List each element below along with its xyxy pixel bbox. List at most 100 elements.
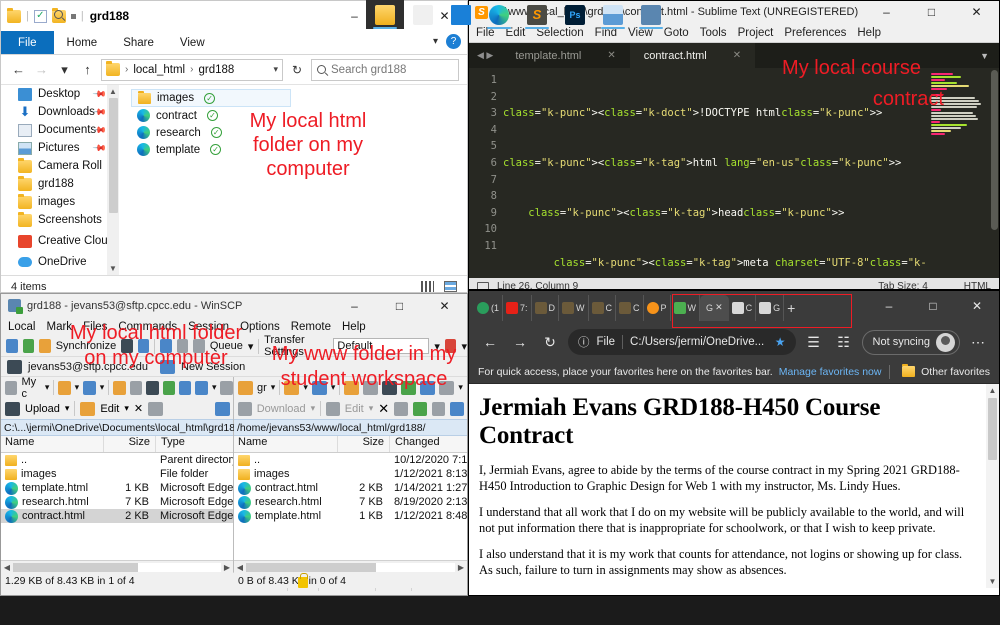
minimize-button[interactable]: – [864, 1, 909, 23]
table-row[interactable]: research.html 7 KB 8/19/2020 2:13:3 [234, 495, 467, 509]
home-directory-icon[interactable] [382, 380, 398, 395]
tab-0[interactable]: (1 [474, 294, 504, 321]
chevron-down-icon[interactable]: ▾ [45, 382, 50, 393]
other-favorites-label[interactable]: Other favorites [921, 366, 990, 378]
maximize-button[interactable]: □ [377, 294, 422, 317]
taskbar-mail[interactable] [442, 0, 480, 29]
tab-3[interactable]: W [559, 294, 589, 321]
status-right[interactable]: Tab Size: 4 HTML [878, 281, 991, 290]
taskbar-microsoft-edge[interactable] [480, 0, 518, 29]
menu-local[interactable]: Local [8, 321, 36, 333]
list-item[interactable]: contract ✓ [131, 107, 291, 124]
navigation-pane[interactable]: Desktop 📌 ⬇ Downloads 📌 Documents 📌 Pict… [1, 85, 119, 275]
menu-files[interactable]: Files [83, 321, 107, 333]
chevron-down-icon[interactable]: ▾ [458, 382, 463, 393]
menu-help[interactable]: Help [342, 321, 366, 333]
address-bar[interactable]: ⓘ File C:/Users/jermi/OneDrive... ★ [568, 329, 796, 355]
local-pane[interactable]: My c ▾ ▾ ▾ ▾ Upload ▾ Edit ▾ ✕ C:\...\je… [1, 376, 244, 588]
taskbar-photos[interactable] [594, 0, 632, 29]
square-icon[interactable] [70, 13, 76, 19]
menu-remote[interactable]: Remote [291, 321, 331, 333]
favorites-icon[interactable]: ☰ [802, 330, 826, 354]
minimize-button[interactable]: – [867, 291, 911, 321]
session-name[interactable]: jevans53@sftp.cpcc.edu [28, 361, 148, 373]
column-name[interactable]: Name [1, 436, 103, 452]
remote-file-toolbar[interactable]: Download ▾ Edit ▾ ✕ [234, 398, 467, 419]
forward-icon[interactable] [220, 380, 233, 395]
scroll-up-icon[interactable]: ▲ [109, 85, 117, 98]
table-row[interactable]: template.html 1 KB Microsoft Edge H [1, 481, 233, 495]
column-type[interactable]: Type [155, 436, 233, 452]
url-text[interactable]: C:/Users/jermi/OneDrive... [630, 336, 764, 348]
quick-access-toolbar[interactable]: | ✓ | [7, 7, 84, 23]
open-directory-icon[interactable] [58, 380, 71, 395]
refresh-icon[interactable] [162, 380, 175, 395]
scroll-left-icon[interactable]: ◀ [234, 563, 246, 572]
sidebar-item-pictures[interactable]: Pictures 📌 [1, 139, 119, 157]
chevron-down-icon[interactable]: ▾ [124, 403, 129, 414]
taskbar-winscp[interactable] [632, 0, 670, 29]
taskbar-microsoft-store[interactable] [404, 0, 442, 29]
close-icon[interactable]: ✕ [715, 302, 723, 313]
chevron-down-icon[interactable]: ▾ [273, 64, 278, 75]
new-session-label[interactable]: New Session [181, 361, 245, 373]
back-icon[interactable] [195, 380, 208, 395]
tab-8-active[interactable]: G ✕ [700, 294, 729, 321]
tab-10[interactable]: G [756, 294, 785, 321]
chevron-down-icon[interactable]: ▾ [100, 382, 105, 393]
list-item[interactable]: research ✓ [131, 124, 291, 141]
tab-home[interactable]: Home [54, 31, 111, 54]
remote-file-list[interactable]: .. 10/12/2020 7:16:2 images 1/12/2021 8:… [234, 453, 467, 560]
sidebar-item-grd188[interactable]: grd188 [1, 175, 119, 193]
put-files-icon[interactable] [137, 339, 150, 353]
page-content[interactable]: Jermiah Evans GRD188-H450 Course Contrac… [469, 384, 999, 588]
remote-pane-toolbar[interactable]: gr ▾ ▾ ▾ ▾ [234, 377, 467, 398]
browser-tab-strip[interactable]: (1 7: D W C C P W G ✕ C G + – □ ✕ [469, 291, 999, 324]
scrollbar-thumb[interactable] [988, 398, 997, 460]
sidebar-item-camera-roll[interactable]: Camera Roll [1, 157, 119, 175]
local-file-toolbar[interactable]: Upload ▾ Edit ▾ ✕ [1, 398, 233, 419]
delete-icon[interactable]: ✕ [134, 402, 143, 415]
up-button[interactable]: ↑ [78, 59, 97, 81]
table-row[interactable]: images File folder [1, 467, 233, 481]
upload-icon[interactable] [5, 401, 20, 416]
taskbar-app-buttons[interactable]: S Ps [366, 0, 670, 29]
open-directory-icon[interactable] [284, 380, 300, 395]
menu-commands[interactable]: Commands [118, 321, 177, 333]
transfer-settings-select[interactable]: Default [333, 338, 430, 354]
transfer-preset-icon[interactable] [444, 339, 457, 353]
tab-scroll-arrows[interactable]: ◀ ▶ [469, 43, 501, 68]
scrollbar-track[interactable] [246, 562, 455, 572]
menu-preferences[interactable]: Preferences [784, 27, 846, 39]
menu-help[interactable]: Help [857, 27, 881, 39]
root-directory-icon[interactable] [363, 380, 379, 395]
sublime-tab-bar[interactable]: ◀ ▶ template.html ✕ contract.html ✕ ▼ [469, 43, 999, 68]
chevron-down-icon[interactable]: ▾ [433, 36, 438, 47]
winscp-session-bar[interactable]: jevans53@sftp.cpcc.edu New Session [1, 357, 467, 377]
queue-button[interactable]: Queue [210, 340, 243, 352]
sync-browsing-icon[interactable] [39, 339, 51, 353]
download-button[interactable]: Download [257, 403, 306, 415]
refresh-icon[interactable]: ↻ [287, 63, 307, 77]
properties-icon[interactable] [394, 401, 408, 416]
tab-4[interactable]: C [589, 294, 617, 321]
settings-and-more-icon[interactable]: ⋯ [966, 330, 990, 354]
column-size[interactable]: Size [103, 436, 155, 452]
download-icon[interactable] [238, 401, 252, 416]
winscp-menu-bar[interactable]: Local Mark Files Commands Session Option… [1, 317, 467, 336]
tab-file[interactable]: File [1, 31, 54, 54]
local-pane-toolbar[interactable]: My c ▾ ▾ ▾ ▾ [1, 376, 233, 400]
forward-button[interactable]: → [508, 330, 532, 354]
sidebar-item-documents[interactable]: Documents 📌 [1, 121, 119, 139]
table-row[interactable]: images 1/12/2021 8:13:0 [234, 467, 467, 481]
remote-path[interactable]: /home/jevans53/www/local_html/grd188/ [234, 419, 467, 436]
remote-list-header[interactable]: Name Size Changed [234, 436, 467, 453]
table-row[interactable]: .. Parent directory [1, 453, 233, 467]
menu-session[interactable]: Session [188, 321, 229, 333]
tab-1[interactable]: 7: [503, 294, 532, 321]
close-button[interactable]: ✕ [954, 1, 999, 23]
new-folder-icon[interactable] [412, 401, 427, 416]
list-item[interactable]: images ✓ [131, 89, 291, 107]
local-list-header[interactable]: Name Size Type [1, 436, 233, 453]
sidebar-item-onedrive[interactable]: OneDrive [1, 253, 119, 271]
